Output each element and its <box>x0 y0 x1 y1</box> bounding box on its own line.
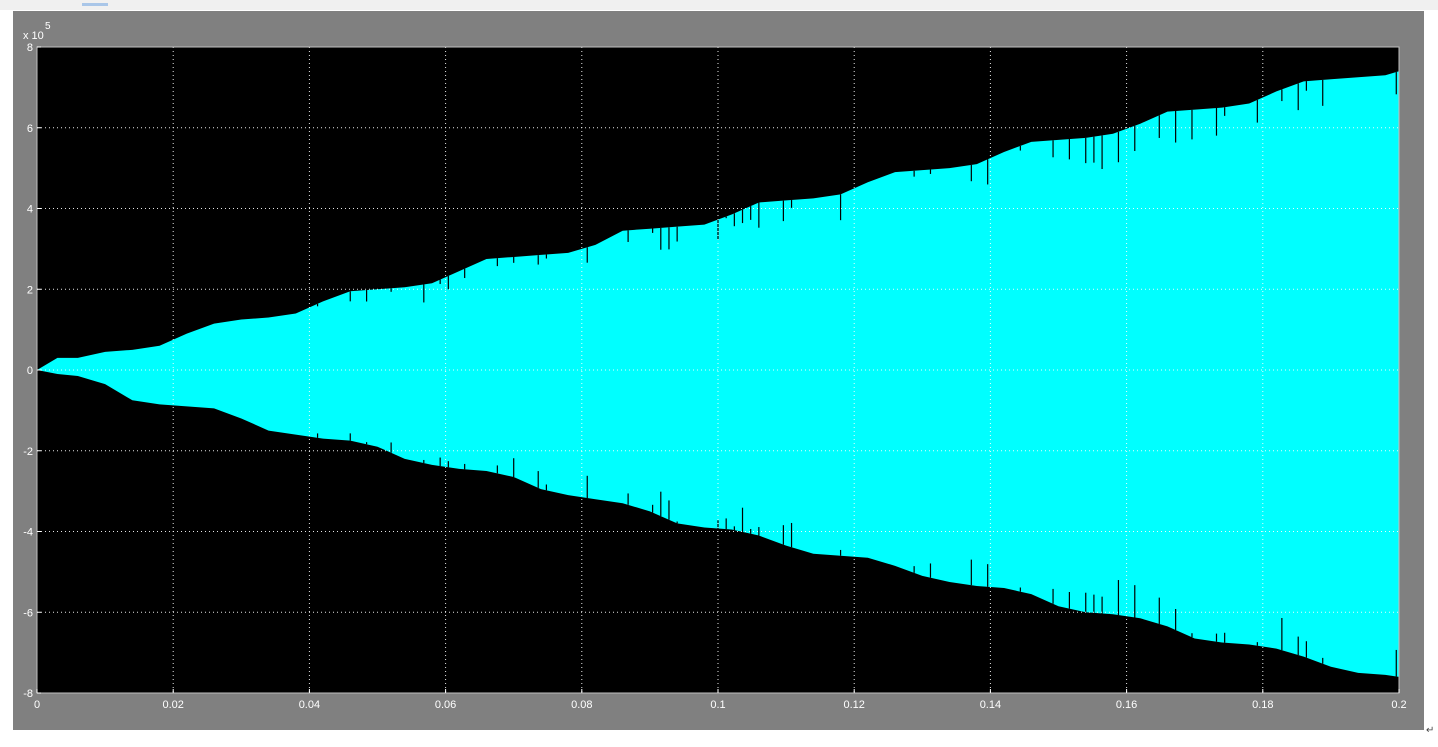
x-tick-label: 0.14 <box>980 699 1001 711</box>
x-tick-label: 0 <box>34 699 40 711</box>
return-glyph: ↵ <box>1426 725 1435 736</box>
x-tick-label: 0.18 <box>1252 699 1273 711</box>
y-tick-label: -6 <box>23 607 33 619</box>
y-tick-label: 2 <box>27 284 33 296</box>
y-tick-label: 8 <box>27 42 33 54</box>
y-tick-label: 4 <box>27 204 33 216</box>
toolbar-tab-indicator[interactable] <box>82 3 108 6</box>
x-tick-label: 0.16 <box>1116 699 1137 711</box>
y-exponent-power: 5 <box>45 21 51 32</box>
x-tick-label: 0.2 <box>1391 699 1406 711</box>
window-toolbar-strip <box>0 0 1438 10</box>
x-tick-label: 0.04 <box>299 699 320 711</box>
x-tick-label: 0.02 <box>162 699 183 711</box>
y-tick-label: 0 <box>27 365 33 377</box>
y-tick-label: 6 <box>27 123 33 135</box>
x-tick-label: 0.08 <box>571 699 592 711</box>
y-tick-label: -4 <box>23 527 33 539</box>
y-exponent-label: x 10 <box>23 30 44 42</box>
y-tick-label: -2 <box>23 446 33 458</box>
x-tick-label: 0.06 <box>435 699 456 711</box>
y-tick-label: -8 <box>23 688 33 700</box>
scope-figure-frame: 0 0.02 0.04 0.06 0.08 0.1 0.12 0.14 0.16 0.18 0.2 … <box>13 11 1424 730</box>
x-tick-label: 0.1 <box>710 699 725 711</box>
x-tick-label: 0.12 <box>843 699 864 711</box>
scope-plot: 0 0.02 0.04 0.06 0.08 0.1 0.12 0.14 0.16 0.18 0.2 … <box>23 21 1407 711</box>
